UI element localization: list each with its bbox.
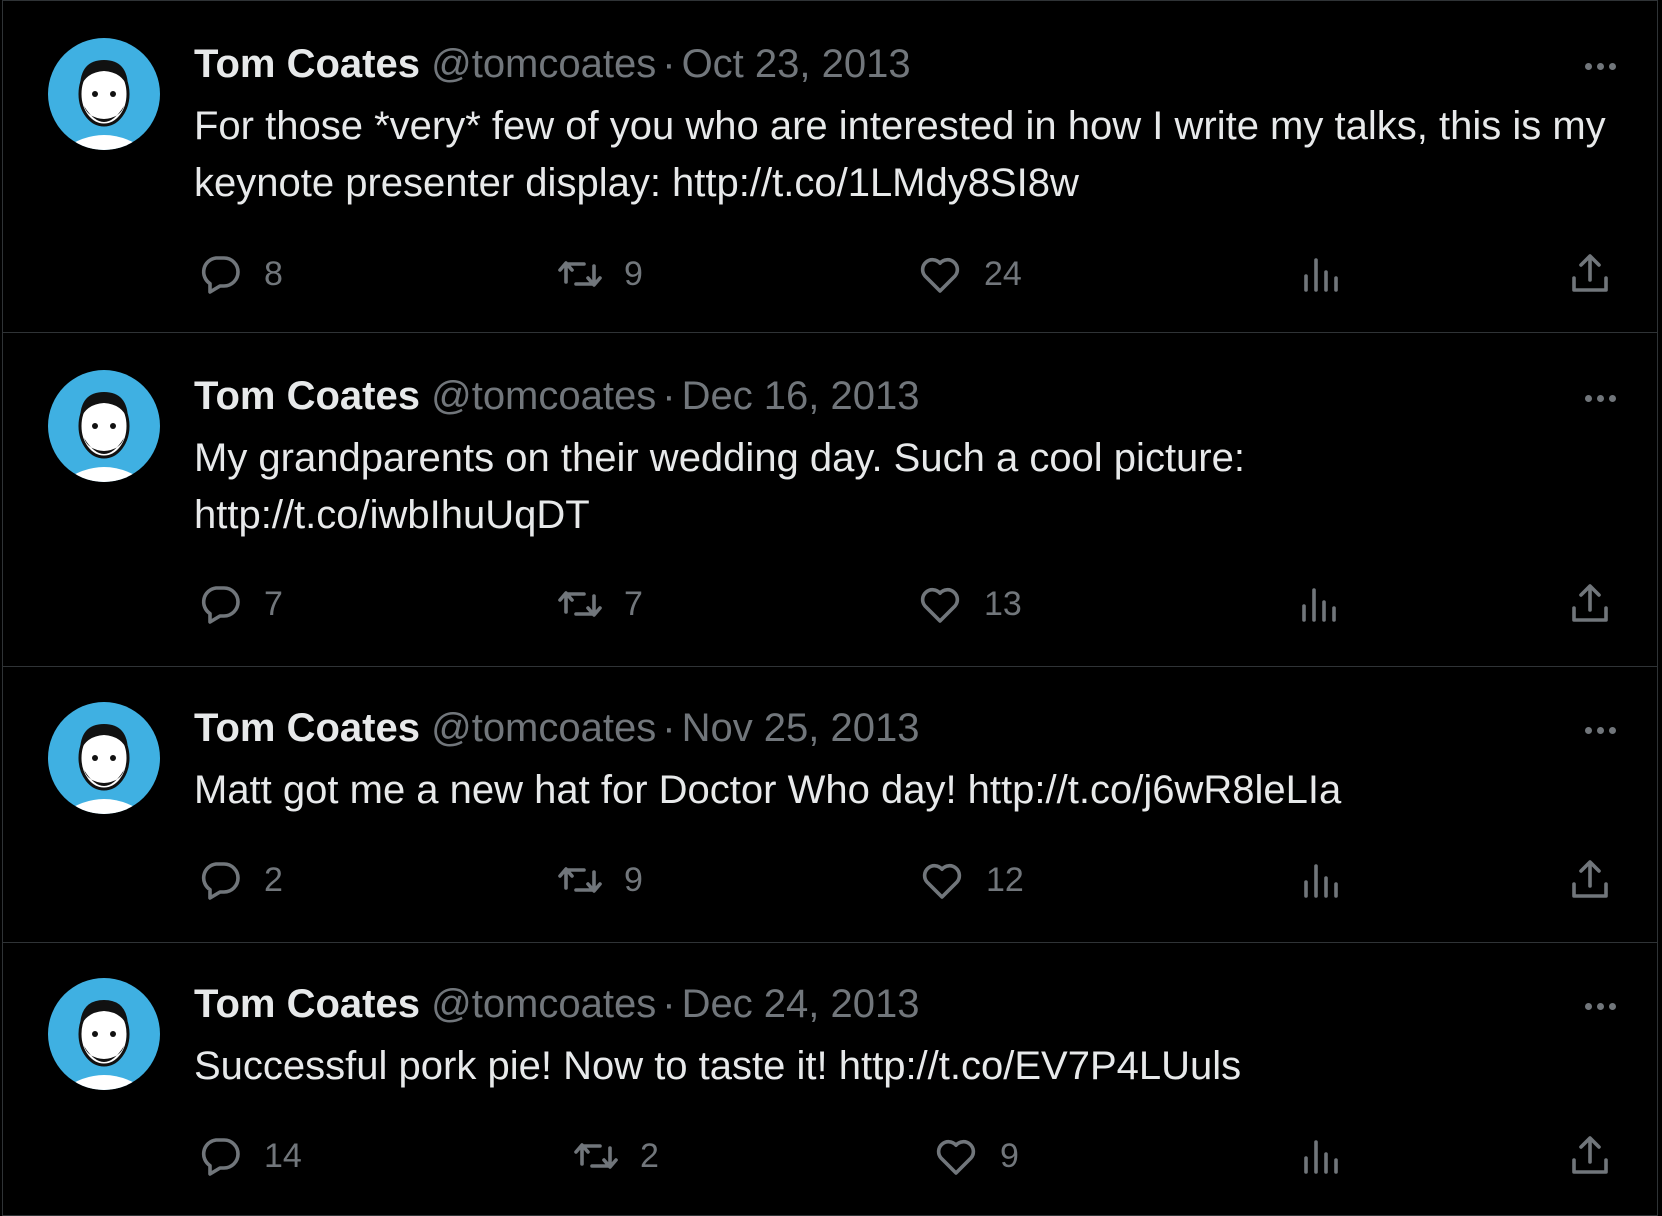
reply-count: 7 (264, 584, 283, 623)
author-handle[interactable]: @tomcoates (431, 42, 656, 86)
tweet-header: Tom Coates @tomcoates · Dec 24, 2013 (194, 982, 920, 1026)
avatar-illustration (48, 702, 160, 814)
reply-count: 14 (264, 1136, 302, 1175)
like-icon (936, 1139, 976, 1175)
views-button[interactable] (1294, 580, 1342, 628)
tweet[interactable]: Tom Coates @tomcoates · Dec 16, 2013 My gr… (0, 332, 1662, 666)
retweet-icon (574, 1143, 618, 1169)
reply-button[interactable]: 7 (196, 580, 283, 628)
tweet[interactable]: Tom Coates @tomcoates · Nov 25, 2013 Matt … (0, 666, 1662, 942)
share-button[interactable] (1566, 580, 1614, 628)
views-icon (1304, 258, 1338, 292)
reply-icon (201, 1138, 240, 1176)
like-button[interactable]: 9 (932, 1132, 1019, 1180)
like-button[interactable]: 12 (918, 856, 1024, 904)
reply-button[interactable]: 14 (196, 1132, 302, 1180)
avatar[interactable] (48, 978, 160, 1090)
retweet-button[interactable]: 9 (556, 856, 643, 904)
like-count: 13 (984, 584, 1022, 623)
tweet-date[interactable]: Dec 24, 2013 (682, 982, 920, 1026)
tweet-text: My grandparents on their wedding day. Su… (194, 436, 1245, 537)
reply-icon (201, 862, 240, 900)
tweet-text: Successful pork pie! Now to taste it! ht… (194, 1044, 1242, 1088)
retweet-count: 7 (624, 584, 643, 623)
separator: · (662, 42, 676, 86)
reply-count: 2 (264, 860, 283, 899)
avatar[interactable] (48, 370, 160, 482)
tweet[interactable]: Tom Coates @tomcoates · Dec 24, 2013 Succe… (0, 942, 1662, 1216)
share-icon (1572, 860, 1608, 898)
author-name[interactable]: Tom Coates (194, 374, 420, 418)
share-button[interactable] (1566, 250, 1614, 298)
like-icon (920, 587, 960, 623)
separator: · (662, 374, 676, 418)
views-button[interactable] (1296, 250, 1344, 298)
retweet-count: 9 (624, 254, 643, 293)
views-button[interactable] (1296, 856, 1344, 904)
tweet-date[interactable]: Oct 23, 2013 (682, 42, 911, 86)
tweet-feed: Tom Coates @tomcoates · Oct 23, 2013 For t… (0, 0, 1662, 1216)
tweet-header: Tom Coates @tomcoates · Oct 23, 2013 (194, 42, 911, 86)
more-icon[interactable] (1578, 996, 1622, 1016)
tweet-header: Tom Coates @tomcoates · Dec 16, 2013 (194, 374, 920, 418)
avatar-illustration (48, 370, 160, 482)
reply-count: 8 (264, 254, 283, 293)
more-icon[interactable] (1578, 388, 1622, 408)
tweet[interactable]: Tom Coates @tomcoates · Oct 23, 2013 For t… (0, 0, 1662, 332)
share-button[interactable] (1566, 856, 1614, 904)
retweet-count: 2 (640, 1136, 659, 1175)
reply-button[interactable]: 2 (196, 856, 283, 904)
like-count: 24 (984, 254, 1022, 293)
share-icon (1572, 584, 1608, 622)
retweet-icon (558, 591, 602, 617)
retweet-button[interactable]: 7 (556, 580, 643, 628)
avatar[interactable] (48, 702, 160, 814)
tweet-text: Matt got me a new hat for Doctor Who day… (194, 768, 1342, 812)
author-handle[interactable]: @tomcoates (431, 374, 656, 418)
share-icon (1572, 254, 1608, 292)
retweet-icon (558, 867, 602, 893)
tweet-date[interactable]: Nov 25, 2013 (682, 706, 920, 750)
views-icon (1302, 588, 1336, 622)
reply-icon (201, 586, 240, 624)
avatar[interactable] (48, 38, 160, 150)
author-name[interactable]: Tom Coates (194, 42, 420, 86)
like-icon (920, 257, 960, 293)
separator: · (662, 706, 676, 750)
views-icon (1304, 864, 1338, 898)
like-icon (922, 863, 962, 899)
retweet-button[interactable]: 9 (556, 250, 643, 298)
avatar-illustration (48, 38, 160, 150)
views-button[interactable] (1296, 1132, 1344, 1180)
retweet-count: 9 (624, 860, 643, 899)
author-handle[interactable]: @tomcoates (431, 982, 656, 1026)
like-count: 12 (986, 860, 1024, 899)
more-icon[interactable] (1578, 56, 1622, 76)
retweet-button[interactable]: 2 (572, 1132, 659, 1180)
reply-button[interactable]: 8 (196, 250, 283, 298)
tweet-header: Tom Coates @tomcoates · Nov 25, 2013 (194, 706, 920, 750)
share-button[interactable] (1566, 1132, 1614, 1180)
reply-icon (201, 256, 240, 294)
author-name[interactable]: Tom Coates (194, 982, 420, 1026)
more-icon[interactable] (1578, 720, 1622, 740)
retweet-icon (558, 261, 602, 287)
avatar-illustration (48, 978, 160, 1090)
views-icon (1304, 1140, 1338, 1174)
like-button[interactable]: 24 (916, 250, 1022, 298)
like-button[interactable]: 13 (916, 580, 1022, 628)
tweet-text: For those *very* few of you who are inte… (194, 104, 1606, 205)
tweet-date[interactable]: Dec 16, 2013 (682, 374, 920, 418)
share-icon (1572, 1136, 1608, 1174)
author-name[interactable]: Tom Coates (194, 706, 420, 750)
author-handle[interactable]: @tomcoates (431, 706, 656, 750)
separator: · (662, 982, 676, 1026)
like-count: 9 (1000, 1136, 1019, 1175)
